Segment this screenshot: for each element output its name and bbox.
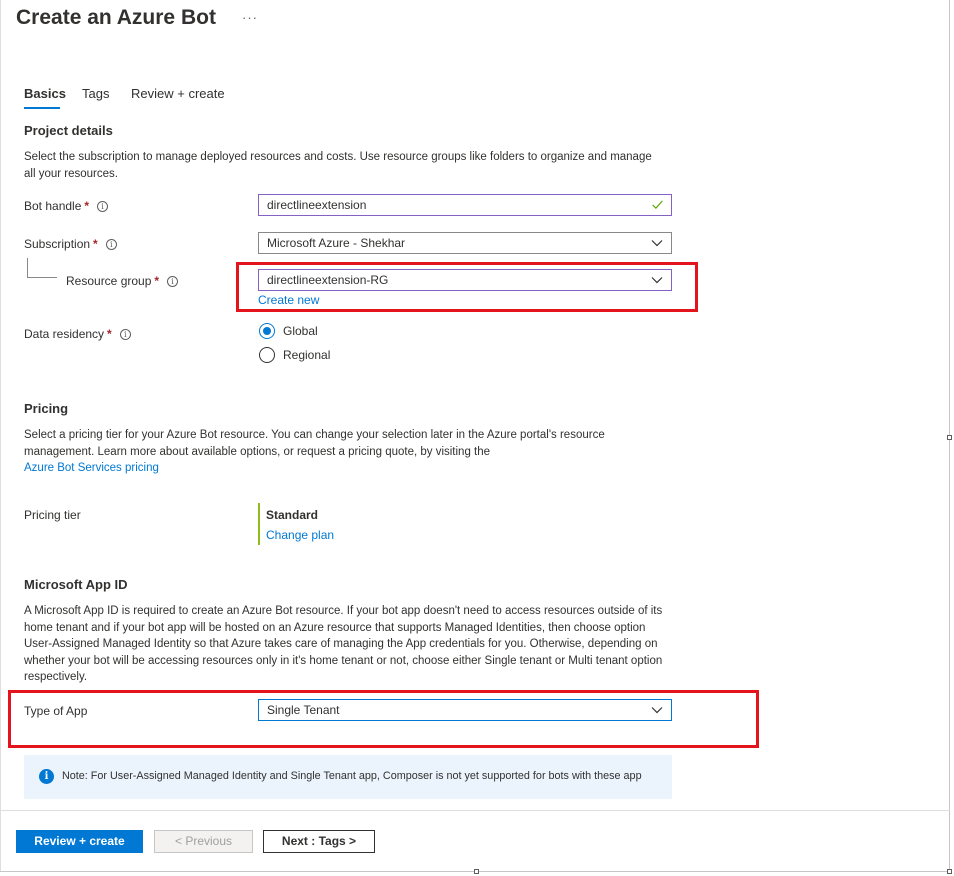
info-icon: i <box>39 769 54 784</box>
note-text: Note: For User-Assigned Managed Identity… <box>62 770 642 782</box>
tree-connector <box>27 277 57 278</box>
page-title: Create an Azure Bot <box>16 6 216 29</box>
info-icon[interactable]: i <box>119 329 131 340</box>
chevron-down-icon <box>651 240 663 247</box>
bot-handle-input[interactable]: directlineextension <box>258 194 672 216</box>
pricing-tier-label: Pricing tier <box>24 508 81 522</box>
frame-left-border <box>0 0 1 872</box>
info-note: i Note: For User-Assigned Managed Identi… <box>24 755 672 799</box>
tab-basics[interactable]: Basics <box>24 86 66 101</box>
tab-review-create[interactable]: Review + create <box>131 86 225 101</box>
pricing-tier-accent-bar <box>258 503 260 545</box>
resource-group-label: Resource group * i <box>66 274 179 288</box>
bot-handle-label-text: Bot handle <box>24 199 82 213</box>
info-icon[interactable]: i <box>105 239 117 250</box>
pricing-link[interactable]: Azure Bot Services pricing <box>24 462 159 474</box>
highlight-box-type-of-app <box>8 690 759 748</box>
data-residency-label: Data residency * i <box>24 327 131 341</box>
resize-handle-corner[interactable] <box>947 869 952 874</box>
pricing-tier-value: Standard <box>266 508 319 522</box>
pricing-description: Select a pricing tier for your Azure Bot… <box>24 427 654 477</box>
project-details-heading: Project details <box>24 123 113 138</box>
info-icon[interactable]: i <box>97 201 109 212</box>
highlight-box-resource-group <box>236 262 698 312</box>
footer-divider <box>0 810 950 811</box>
info-icon[interactable]: i <box>167 276 179 287</box>
review-create-button[interactable]: Review + create <box>16 830 143 853</box>
subscription-label-text: Subscription <box>24 237 91 251</box>
app-id-heading: Microsoft App ID <box>24 577 128 592</box>
resize-handle-right[interactable] <box>947 435 952 440</box>
previous-button[interactable]: < Previous <box>154 830 253 853</box>
next-tags-button[interactable]: Next : Tags > <box>263 830 375 853</box>
required-marker: * <box>93 237 98 251</box>
pricing-heading: Pricing <box>24 401 69 416</box>
data-residency-label-text: Data residency <box>24 327 105 341</box>
subscription-value: Microsoft Azure - Shekhar <box>267 236 406 250</box>
pricing-description-text: Select a pricing tier for your Azure Bot… <box>24 429 605 458</box>
tree-connector <box>27 258 28 278</box>
tab-tags[interactable]: Tags <box>82 86 109 101</box>
required-marker: * <box>107 327 112 341</box>
active-tab-indicator <box>24 107 60 109</box>
required-marker: * <box>154 274 160 288</box>
resize-handle-bottom[interactable] <box>474 869 479 874</box>
radio-regional[interactable] <box>259 347 275 363</box>
radio-regional-label[interactable]: Regional <box>283 348 330 362</box>
bot-handle-value: directlineextension <box>267 198 367 212</box>
change-plan-link[interactable]: Change plan <box>266 528 334 542</box>
app-id-description: A Microsoft App ID is required to create… <box>24 605 663 683</box>
radio-global[interactable] <box>259 323 275 339</box>
required-marker: * <box>84 199 90 213</box>
bot-handle-label: Bot handle * i <box>24 199 109 213</box>
radio-global-label[interactable]: Global <box>283 324 318 338</box>
more-options-icon[interactable]: ··· <box>242 10 258 25</box>
resource-group-label-text: Resource group <box>66 274 152 288</box>
subscription-label: Subscription * i <box>24 237 117 251</box>
subscription-dropdown[interactable]: Microsoft Azure - Shekhar <box>258 232 672 254</box>
valid-check-icon <box>652 200 663 209</box>
project-details-description: Select the subscription to manage deploy… <box>24 151 652 180</box>
